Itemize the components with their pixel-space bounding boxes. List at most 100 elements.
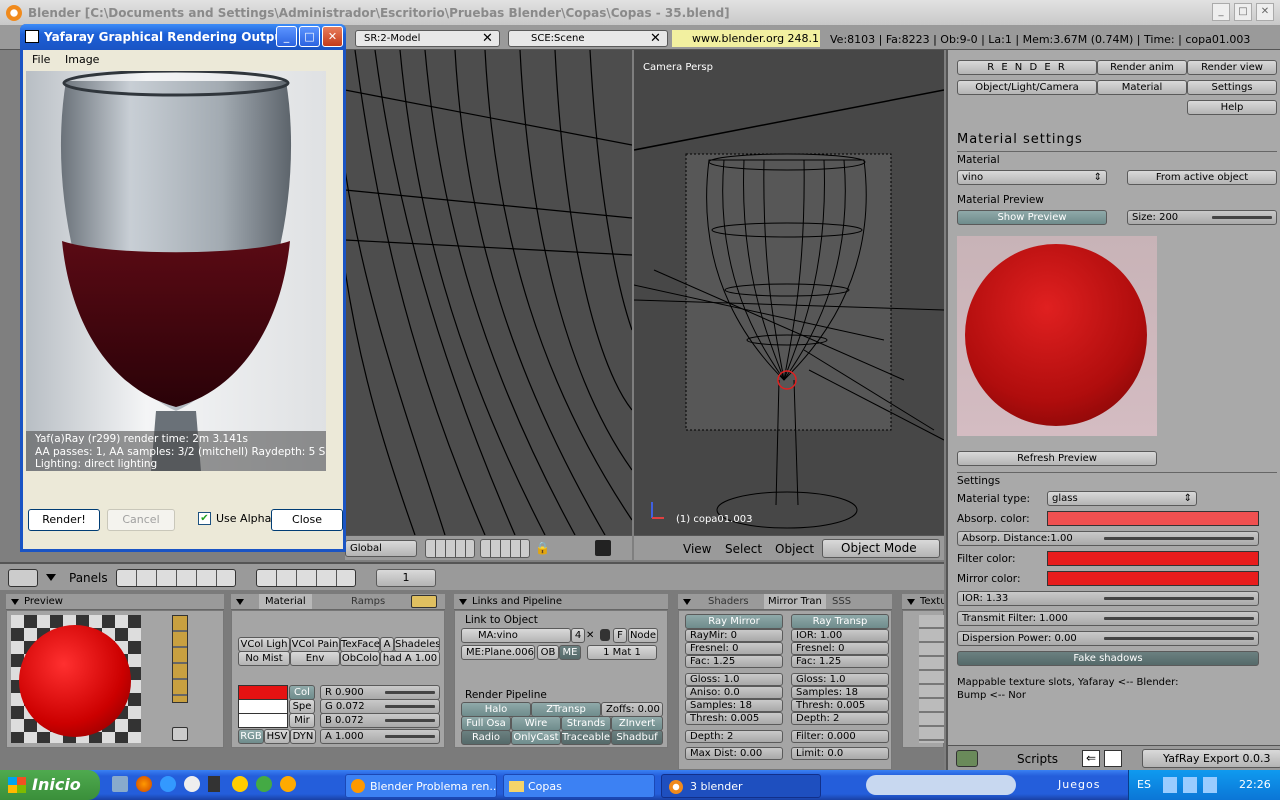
unlink-icon[interactable]: ✕ <box>586 628 598 643</box>
mirror-transp-tab[interactable]: Mirror Tran <box>764 594 826 609</box>
transp-field[interactable]: IOR: 1.00 <box>791 629 889 642</box>
transp-field[interactable]: Thresh: 0.005 <box>791 699 889 712</box>
f-button[interactable]: F <box>613 628 627 643</box>
use-alpha-checkbox[interactable]: ✔ <box>198 512 211 525</box>
vcol-light-button[interactable]: VCol Ligh <box>238 637 290 652</box>
panel-arrows-icon[interactable] <box>411 595 437 608</box>
transp-field[interactable]: Fresnel: 0 <box>791 642 889 655</box>
object-light-camera-button[interactable]: Object/Light/Camera <box>957 80 1097 95</box>
mirror-field[interactable]: Depth: 2 <box>685 730 783 743</box>
layer-buttons-a[interactable] <box>425 539 475 558</box>
subcontext-buttons-icon[interactable] <box>256 569 356 587</box>
delete-screen-icon[interactable]: ✕ <box>482 31 493 46</box>
media-controls[interactable] <box>866 775 1016 795</box>
ob-button[interactable]: OB <box>537 645 559 660</box>
ramps-tab[interactable]: Ramps <box>351 594 385 609</box>
viewport-camera[interactable]: Camera Persp (1) copa01.003 <box>634 50 944 535</box>
strands-button[interactable]: Strands <box>561 716 611 731</box>
dispersion-power-slider[interactable]: Dispersion Power: 0.00 <box>957 631 1259 646</box>
zoffs-field[interactable]: Zoffs: 0.00 <box>601 702 663 717</box>
messenger-icon[interactable] <box>184 776 200 792</box>
shad-alpha-field[interactable]: had A 1.00 <box>380 651 440 666</box>
render-icon[interactable] <box>595 540 611 556</box>
hsv-mode-button[interactable]: HSV <box>264 729 290 744</box>
dyn-mode-button[interactable]: DYN <box>290 729 316 744</box>
yafaray-maximize-button[interactable]: □ <box>299 26 320 47</box>
transp-field[interactable]: Filter: 0.000 <box>791 730 889 743</box>
absorp-color-swatch[interactable] <box>1047 511 1259 526</box>
ior-slider[interactable]: IOR: 1.33 <box>957 591 1259 606</box>
render-main-button[interactable]: R E N D E R <box>957 60 1097 75</box>
juegos-toolbar[interactable]: Juegos <box>1058 778 1100 791</box>
a-button[interactable]: A <box>380 637 394 652</box>
b-slider[interactable]: B 0.072 <box>320 713 440 728</box>
ie-icon[interactable] <box>160 776 176 792</box>
image-menu[interactable]: Image <box>65 53 99 66</box>
script-window-toggle-icon[interactable] <box>1104 750 1122 767</box>
yafaray-minimize-button[interactable]: _ <box>276 26 297 47</box>
player-icon[interactable] <box>256 776 272 792</box>
vcol-paint-button[interactable]: VCol Pain <box>290 637 340 652</box>
mirror-field[interactable]: Max Dist: 0.00 <box>685 747 783 760</box>
material-dropdown[interactable]: vino ⇕ <box>957 170 1107 185</box>
texture-panel-header[interactable]: Textu <box>902 594 944 610</box>
ma-users-field[interactable]: 4 <box>571 628 585 643</box>
transp-field[interactable]: Gloss: 1.0 <box>791 673 889 686</box>
preview-refresh-button[interactable] <box>172 727 188 741</box>
preview-size-slider[interactable]: Size: 200 <box>1127 210 1277 225</box>
links-panel-header[interactable]: Links and Pipeline <box>454 594 668 610</box>
col-swatch[interactable] <box>238 685 288 700</box>
full-osa-button[interactable]: Full Osa <box>461 716 511 731</box>
mirror-field[interactable]: RayMir: 0 <box>685 629 783 642</box>
desktop-icon[interactable] <box>112 776 128 792</box>
mirror-transp-panel-header[interactable]: Shaders Mirror Tran SSS <box>678 594 892 610</box>
tray-icons[interactable] <box>1163 777 1223 793</box>
mirror-field[interactable]: Thresh: 0.005 <box>685 712 783 725</box>
mirror-field[interactable]: Gloss: 1.0 <box>685 673 783 686</box>
viewport-left[interactable] <box>345 50 632 535</box>
maximize-button[interactable]: □ <box>1234 3 1252 21</box>
transp-field[interactable]: Fac: 1.25 <box>791 655 889 668</box>
shadeless-button[interactable]: Shadeles <box>394 637 440 652</box>
obcolor-button[interactable]: ObColo <box>340 651 380 666</box>
mirror-field[interactable]: Fresnel: 0 <box>685 642 783 655</box>
r-slider[interactable]: R 0.900 <box>320 685 440 700</box>
preview-type-buttons[interactable] <box>172 615 188 703</box>
scene-selector[interactable]: SCE:Scene <box>508 30 668 47</box>
layer-buttons-b[interactable] <box>480 539 530 558</box>
mir-tab[interactable]: Mir <box>289 713 315 728</box>
object-menu[interactable]: Object <box>775 542 814 556</box>
spe-tab[interactable]: Spe <box>289 699 315 714</box>
ray-transp-button[interactable]: Ray Transp <box>791 614 889 629</box>
env-button[interactable]: Env <box>290 651 340 666</box>
view-menu[interactable]: View <box>683 542 711 556</box>
help-button[interactable]: Help <box>1187 100 1277 115</box>
transform-orientation-dropdown[interactable]: Global <box>345 540 417 557</box>
render-button[interactable]: Render! <box>28 509 100 531</box>
traceable-button[interactable]: Traceable <box>561 730 611 745</box>
material-index-field[interactable]: 1 Mat 1 <box>587 645 657 660</box>
transp-field[interactable]: Samples: 18 <box>791 686 889 699</box>
task-blender[interactable]: 3 blender <box>661 774 821 798</box>
texface-button[interactable]: TexFace <box>340 637 380 652</box>
mir-swatch[interactable] <box>238 713 288 728</box>
start-button[interactable]: Inicio <box>0 770 100 800</box>
app-icon[interactable] <box>280 776 296 792</box>
show-preview-toggle[interactable]: Show Preview <box>957 210 1107 225</box>
preview-panel-header[interactable]: Preview <box>6 594 224 610</box>
lock-icon[interactable]: 🔒 <box>535 541 550 555</box>
frame-number-field[interactable]: 1 <box>376 569 436 587</box>
filter-color-swatch[interactable] <box>1047 551 1259 566</box>
me-field[interactable]: ME:Plane.006 <box>461 645 535 660</box>
material-tab-button[interactable]: Material <box>1097 80 1187 95</box>
mirror-field[interactable]: Aniso: 0.0 <box>685 686 783 699</box>
phone-icon[interactable] <box>208 776 220 792</box>
material-panel-header[interactable]: Material Ramps <box>231 594 445 610</box>
g-slider[interactable]: G 0.072 <box>320 699 440 714</box>
context-buttons-icon[interactable] <box>116 569 236 587</box>
delete-scene-icon[interactable]: ✕ <box>650 31 661 46</box>
fake-shadows-toggle[interactable]: Fake shadows <box>957 651 1259 666</box>
yafaray-close-action-button[interactable]: Close <box>271 509 343 531</box>
rgb-mode-button[interactable]: RGB <box>238 729 264 744</box>
media-icon[interactable] <box>232 776 248 792</box>
